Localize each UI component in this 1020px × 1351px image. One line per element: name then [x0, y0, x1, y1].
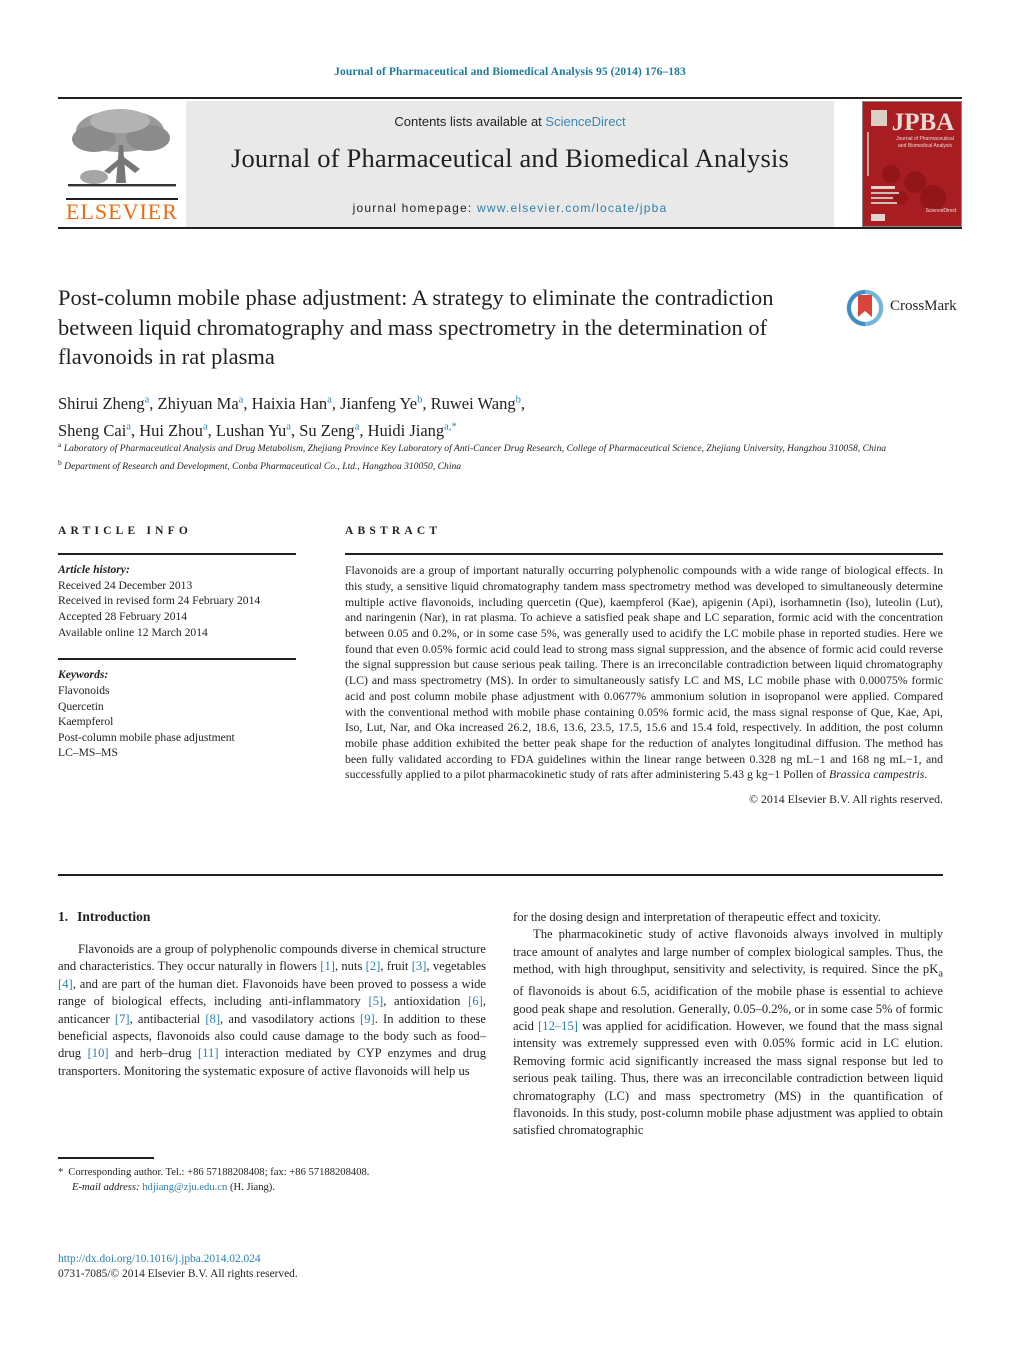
doi-link[interactable]: http://dx.doi.org/10.1016/j.jpba.2014.02…: [58, 1252, 498, 1267]
citation-ref[interactable]: [4]: [58, 977, 73, 991]
keyword-item: Kaempferol: [58, 715, 114, 729]
introduction-number: 1.: [58, 909, 69, 924]
article-page: Journal of Pharmaceutical and Biomedical…: [0, 0, 1020, 1351]
abstract-rule: [345, 553, 943, 556]
elsevier-wordmark: ELSEVIER: [66, 199, 178, 224]
citation-ref[interactable]: [6]: [468, 994, 483, 1008]
corresponding-author-text: Corresponding author. Tel.: +86 57188208…: [68, 1167, 370, 1178]
svg-text:Journal of Pharmaceutical: Journal of Pharmaceutical: [896, 136, 954, 142]
article-history-label: Article history:: [58, 563, 130, 577]
crossmark-label: CrossMark: [890, 298, 957, 314]
affiliation-list: a Laboratory of Pharmaceutical Analysis …: [58, 438, 888, 474]
journal-masthead: ELSEVIER Contents lists available at Sci…: [58, 97, 962, 229]
svg-text:and Biomedical Analysis: and Biomedical Analysis: [898, 143, 952, 149]
elsevier-logo: ELSEVIER: [58, 101, 186, 227]
elsevier-tree-icon: [64, 105, 180, 197]
article-info-heading: ARTICLE INFO: [58, 525, 193, 537]
keyword-item: Post-column mobile phase adjustment: [58, 730, 235, 744]
corresponding-author-note: * Corresponding author. Tel.: +86 5718820…: [58, 1166, 486, 1181]
svg-text:ScienceDirect: ScienceDirect: [926, 208, 957, 214]
introduction-title: Introduction: [77, 909, 151, 924]
footnote-star: *: [58, 1167, 64, 1178]
contents-prefix: Contents lists available at: [394, 114, 546, 129]
keyword-item: LC–MS–MS: [58, 746, 118, 760]
introduction-heading: 1. Introduction: [58, 909, 486, 925]
citation-ref[interactable]: [2]: [366, 959, 381, 973]
citation-ref[interactable]: [8]: [205, 1012, 220, 1026]
article-info-rule: [58, 553, 296, 556]
affiliation-a-text: Laboratory of Pharmaceutical Analysis an…: [63, 443, 887, 455]
intro-paragraph-1: Flavonoids are a group of polyphenolic c…: [58, 942, 487, 1078]
citation-ref[interactable]: [7]: [115, 1012, 130, 1026]
author-list: Shirui Zhenga, Zhiyuan Maa, Haixia Hana,…: [58, 388, 858, 443]
body-column-left: 1. Introduction Flavonoids are a group of…: [58, 909, 486, 1080]
email-link[interactable]: hdjiang@zju.edu.cn: [142, 1182, 227, 1193]
history-item-revised: Received in revised form 24 February 201…: [58, 594, 261, 608]
crossmark-badge[interactable]: CrossMark: [846, 287, 962, 331]
citation-ref[interactable]: [1]: [320, 959, 335, 973]
abstract-tail: .: [924, 767, 928, 782]
masthead-panel: Contents lists available at ScienceDirec…: [186, 101, 834, 227]
history-item-accepted: Accepted 28 February 2014: [58, 609, 188, 623]
article-history-block: Article history: Received 24 December 20…: [58, 562, 296, 640]
keyword-item: Quercetin: [58, 699, 104, 713]
sciencedirect-link[interactable]: ScienceDirect: [545, 114, 625, 129]
keyword-item: Flavonoids: [58, 683, 110, 697]
footer-block: http://dx.doi.org/10.1016/j.jpba.2014.02…: [58, 1252, 498, 1283]
svg-text:JPBA: JPBA: [892, 109, 955, 136]
crossmark-icon: [846, 289, 884, 327]
email-suffix: (H. Jiang).: [229, 1181, 275, 1193]
running-head: Journal of Pharmaceutical and Biomedical…: [334, 66, 686, 78]
citation-ref[interactable]: [10]: [88, 1046, 109, 1060]
citation-ref[interactable]: [3]: [412, 959, 427, 973]
author-line-1: Shirui Zhenga, Zhiyuan Maa, Haixia Hana,…: [58, 393, 525, 413]
intro-paragraph-1-cont: for the dosing design and interpretation…: [513, 910, 881, 924]
journal-title: Journal of Pharmaceutical and Biomedical…: [230, 143, 790, 173]
article-title: Post-column mobile phase adjustment: A s…: [58, 285, 774, 369]
contents-list-line: Contents lists available at ScienceDirec…: [186, 114, 834, 129]
homepage-label: journal homepage:: [352, 201, 473, 215]
citation-ref[interactable]: [9]: [360, 1012, 375, 1026]
footnote-rule: [58, 1157, 154, 1159]
article-info-column: Article history: Received 24 December 20…: [58, 553, 296, 761]
citation-ref[interactable]: [5]: [369, 994, 384, 1008]
abstract-column: Flavonoids are a group of important natu…: [345, 553, 943, 807]
homepage-url-link[interactable]: www.elsevier.com/locate/jpba: [477, 201, 667, 215]
issn-copyright-line: 0731-7085/© 2014 Elsevier B.V. All right…: [58, 1268, 298, 1281]
journal-cover-thumbnail: JPBA Journal of Pharmaceutical and Biome…: [862, 101, 962, 227]
abstract-copyright: © 2014 Elsevier B.V. All rights reserved…: [749, 792, 943, 807]
citation-ref[interactable]: [11]: [198, 1046, 219, 1060]
footnote-block: * Corresponding author. Tel.: +86 5718820…: [58, 1166, 486, 1195]
affiliation-b: b Department of Research and Development…: [58, 457, 462, 472]
history-item-received: Received 24 December 2013: [58, 578, 193, 592]
keywords-label: Keywords:: [58, 668, 109, 682]
keywords-block: Keywords: Flavonoids Quercetin Kaempfero…: [58, 667, 296, 761]
section-divider: [58, 874, 943, 876]
affiliation-b-text: Department of Research and Development, …: [64, 460, 462, 472]
abstract-main: Flavonoids are a group of important natu…: [345, 563, 943, 782]
affiliation-a: a Laboratory of Pharmaceutical Analysis …: [58, 440, 887, 455]
email-note: E-mail address: hdjiang@zju.edu.cn (H. J…: [58, 1181, 486, 1196]
abstract-text: Flavonoids are a group of important natu…: [345, 563, 943, 783]
intro-paragraph-2: The pharmacokinetic study of active flav…: [513, 927, 944, 1138]
abstract-species-italic: Brassica campestris: [829, 767, 925, 782]
journal-homepage-line: journal homepage: www.elsevier.com/locat…: [186, 201, 834, 215]
keywords-rule: [58, 658, 296, 661]
email-label: E-mail address:: [72, 1181, 140, 1193]
citation-ref[interactable]: [12–15]: [538, 1019, 578, 1033]
body-column-right: for the dosing design and interpretation…: [513, 909, 943, 1140]
abstract-heading: ABSTRACT: [345, 525, 442, 537]
history-item-online: Available online 12 March 2014: [58, 625, 208, 639]
